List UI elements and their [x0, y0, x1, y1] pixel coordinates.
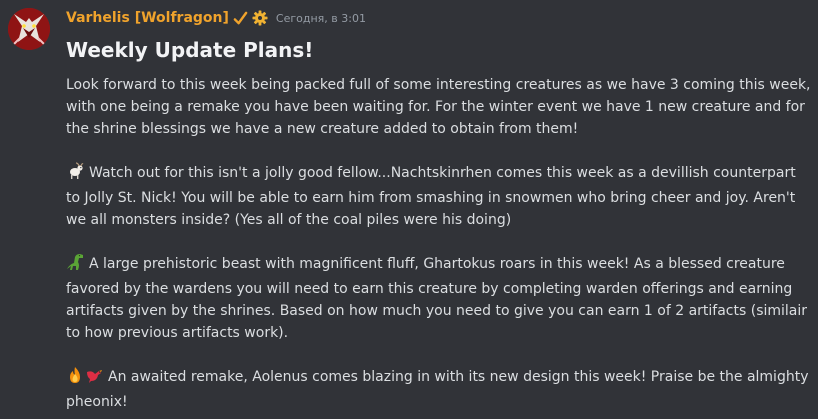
- message-content: Weekly Update Plans! Look forward to thi…: [66, 36, 814, 413]
- gear-icon[interactable]: [252, 10, 268, 26]
- paragraph-text: Watch out for this isn't a jolly good fe…: [66, 165, 796, 228]
- paragraph-text: Look forward to this week being packed f…: [66, 77, 811, 137]
- paragraph-text: A large prehistoric beast with magnifice…: [66, 256, 808, 341]
- goat-emoji-icon: [66, 162, 84, 187]
- check-mark-icon: [233, 11, 248, 26]
- t-rex-emoji-icon: [66, 253, 84, 278]
- avatar[interactable]: [8, 8, 50, 50]
- message-title: Weekly Update Plans!: [66, 38, 314, 62]
- chat-message: Varhelis [Wolfragon] Сегодня, в 3:01 Wee…: [0, 0, 818, 419]
- message-header: Varhelis [Wolfragon] Сегодня, в 3:01: [66, 8, 366, 28]
- paragraph-ghartokus: A large prehistoric beast with magnifice…: [66, 253, 814, 344]
- paragraph-aolenus: An awaited remake, Aolenus comes blazing…: [66, 366, 814, 413]
- username[interactable]: Varhelis [Wolfragon]: [66, 10, 229, 26]
- message-timestamp[interactable]: Сегодня, в 3:01: [276, 12, 366, 25]
- paragraph-text: An awaited remake, Aolenus comes blazing…: [66, 369, 809, 410]
- paragraph-intro: Look forward to this week being packed f…: [66, 74, 814, 140]
- paragraph-nachtskinrhen: Watch out for this isn't a jolly good fe…: [66, 162, 814, 231]
- red-bird-emoji-icon: [85, 366, 103, 391]
- fire-emoji-icon: [66, 366, 84, 391]
